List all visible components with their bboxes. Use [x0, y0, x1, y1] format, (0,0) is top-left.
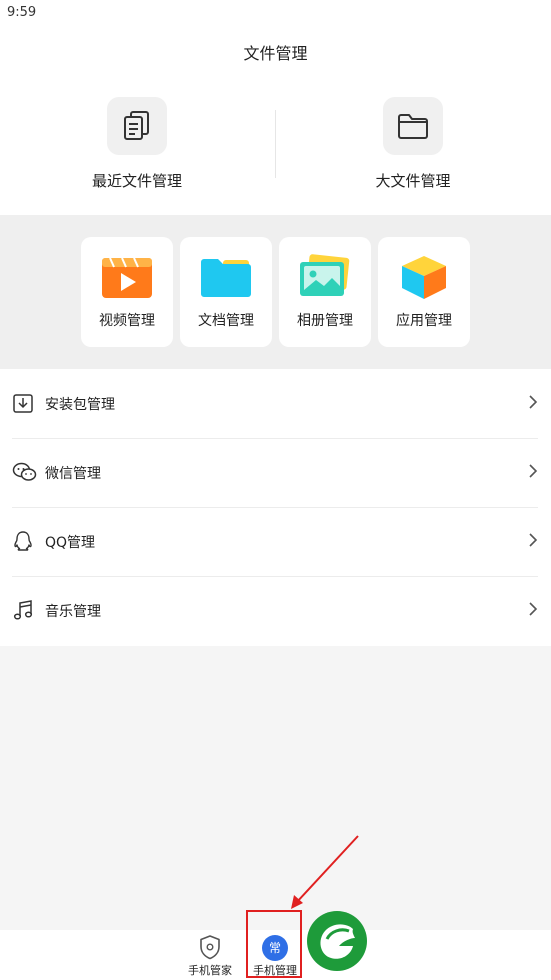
app-manage-card[interactable]: 应用管理: [378, 237, 470, 347]
recent-files-icon: [107, 97, 167, 155]
document-manage-card[interactable]: 文档管理: [180, 237, 272, 347]
status-bar: 9:59: [0, 0, 551, 28]
header-section: 文件管理 最近文件管理 大文件管理: [0, 28, 551, 215]
music-note-icon: [13, 600, 33, 620]
wechat-icon: [12, 462, 37, 481]
nav-tab-phone-guard[interactable]: 手机管家: [180, 930, 240, 980]
shield-icon: [200, 935, 220, 960]
list-item-label: QQ管理: [45, 535, 96, 551]
large-files-label: 大文件管理: [375, 172, 451, 190]
list-item-install-package[interactable]: 安装包管理: [12, 369, 538, 438]
document-manage-label: 文档管理: [198, 313, 254, 329]
folder-icon: [383, 97, 443, 155]
chevron-right-icon: [529, 464, 538, 478]
category-grid: 视频管理 文档管理 相册管理 应用管理: [0, 215, 551, 369]
list-item-qq[interactable]: QQ管理: [12, 507, 538, 576]
recent-files-label: 最近文件管理: [91, 172, 182, 190]
video-manage-card[interactable]: 视频管理: [81, 237, 173, 347]
app-cube-icon: [402, 256, 446, 299]
qq-icon: [14, 531, 32, 551]
manage-list: 安装包管理 微信管理 QQ管理 音乐管理: [0, 369, 551, 646]
brand-logo-icon: [307, 911, 367, 971]
list-item-wechat[interactable]: 微信管理: [12, 438, 538, 507]
recent-files-card[interactable]: 最近文件管理: [37, 97, 237, 191]
large-files-card[interactable]: 大文件管理: [313, 97, 513, 191]
album-icon: [300, 254, 350, 296]
video-manage-label: 视频管理: [99, 313, 155, 329]
video-icon: [102, 257, 152, 298]
highlight-box: [246, 910, 302, 978]
chevron-right-icon: [529, 602, 538, 616]
app-manage-label: 应用管理: [396, 313, 452, 329]
divider: [275, 110, 276, 178]
document-folder-icon: [201, 259, 251, 297]
chevron-right-icon: [529, 533, 538, 547]
status-time: 9:59: [7, 5, 37, 20]
page-title: 文件管理: [243, 44, 308, 63]
chevron-right-icon: [529, 395, 538, 409]
list-item-music[interactable]: 音乐管理: [12, 576, 538, 645]
download-box-icon: [13, 394, 33, 413]
album-manage-card[interactable]: 相册管理: [279, 237, 371, 347]
nav-tab-label: 手机管家: [188, 964, 232, 977]
album-manage-label: 相册管理: [297, 313, 353, 329]
list-item-label: 音乐管理: [45, 604, 101, 620]
list-item-label: 安装包管理: [45, 397, 115, 413]
list-item-label: 微信管理: [45, 466, 101, 482]
